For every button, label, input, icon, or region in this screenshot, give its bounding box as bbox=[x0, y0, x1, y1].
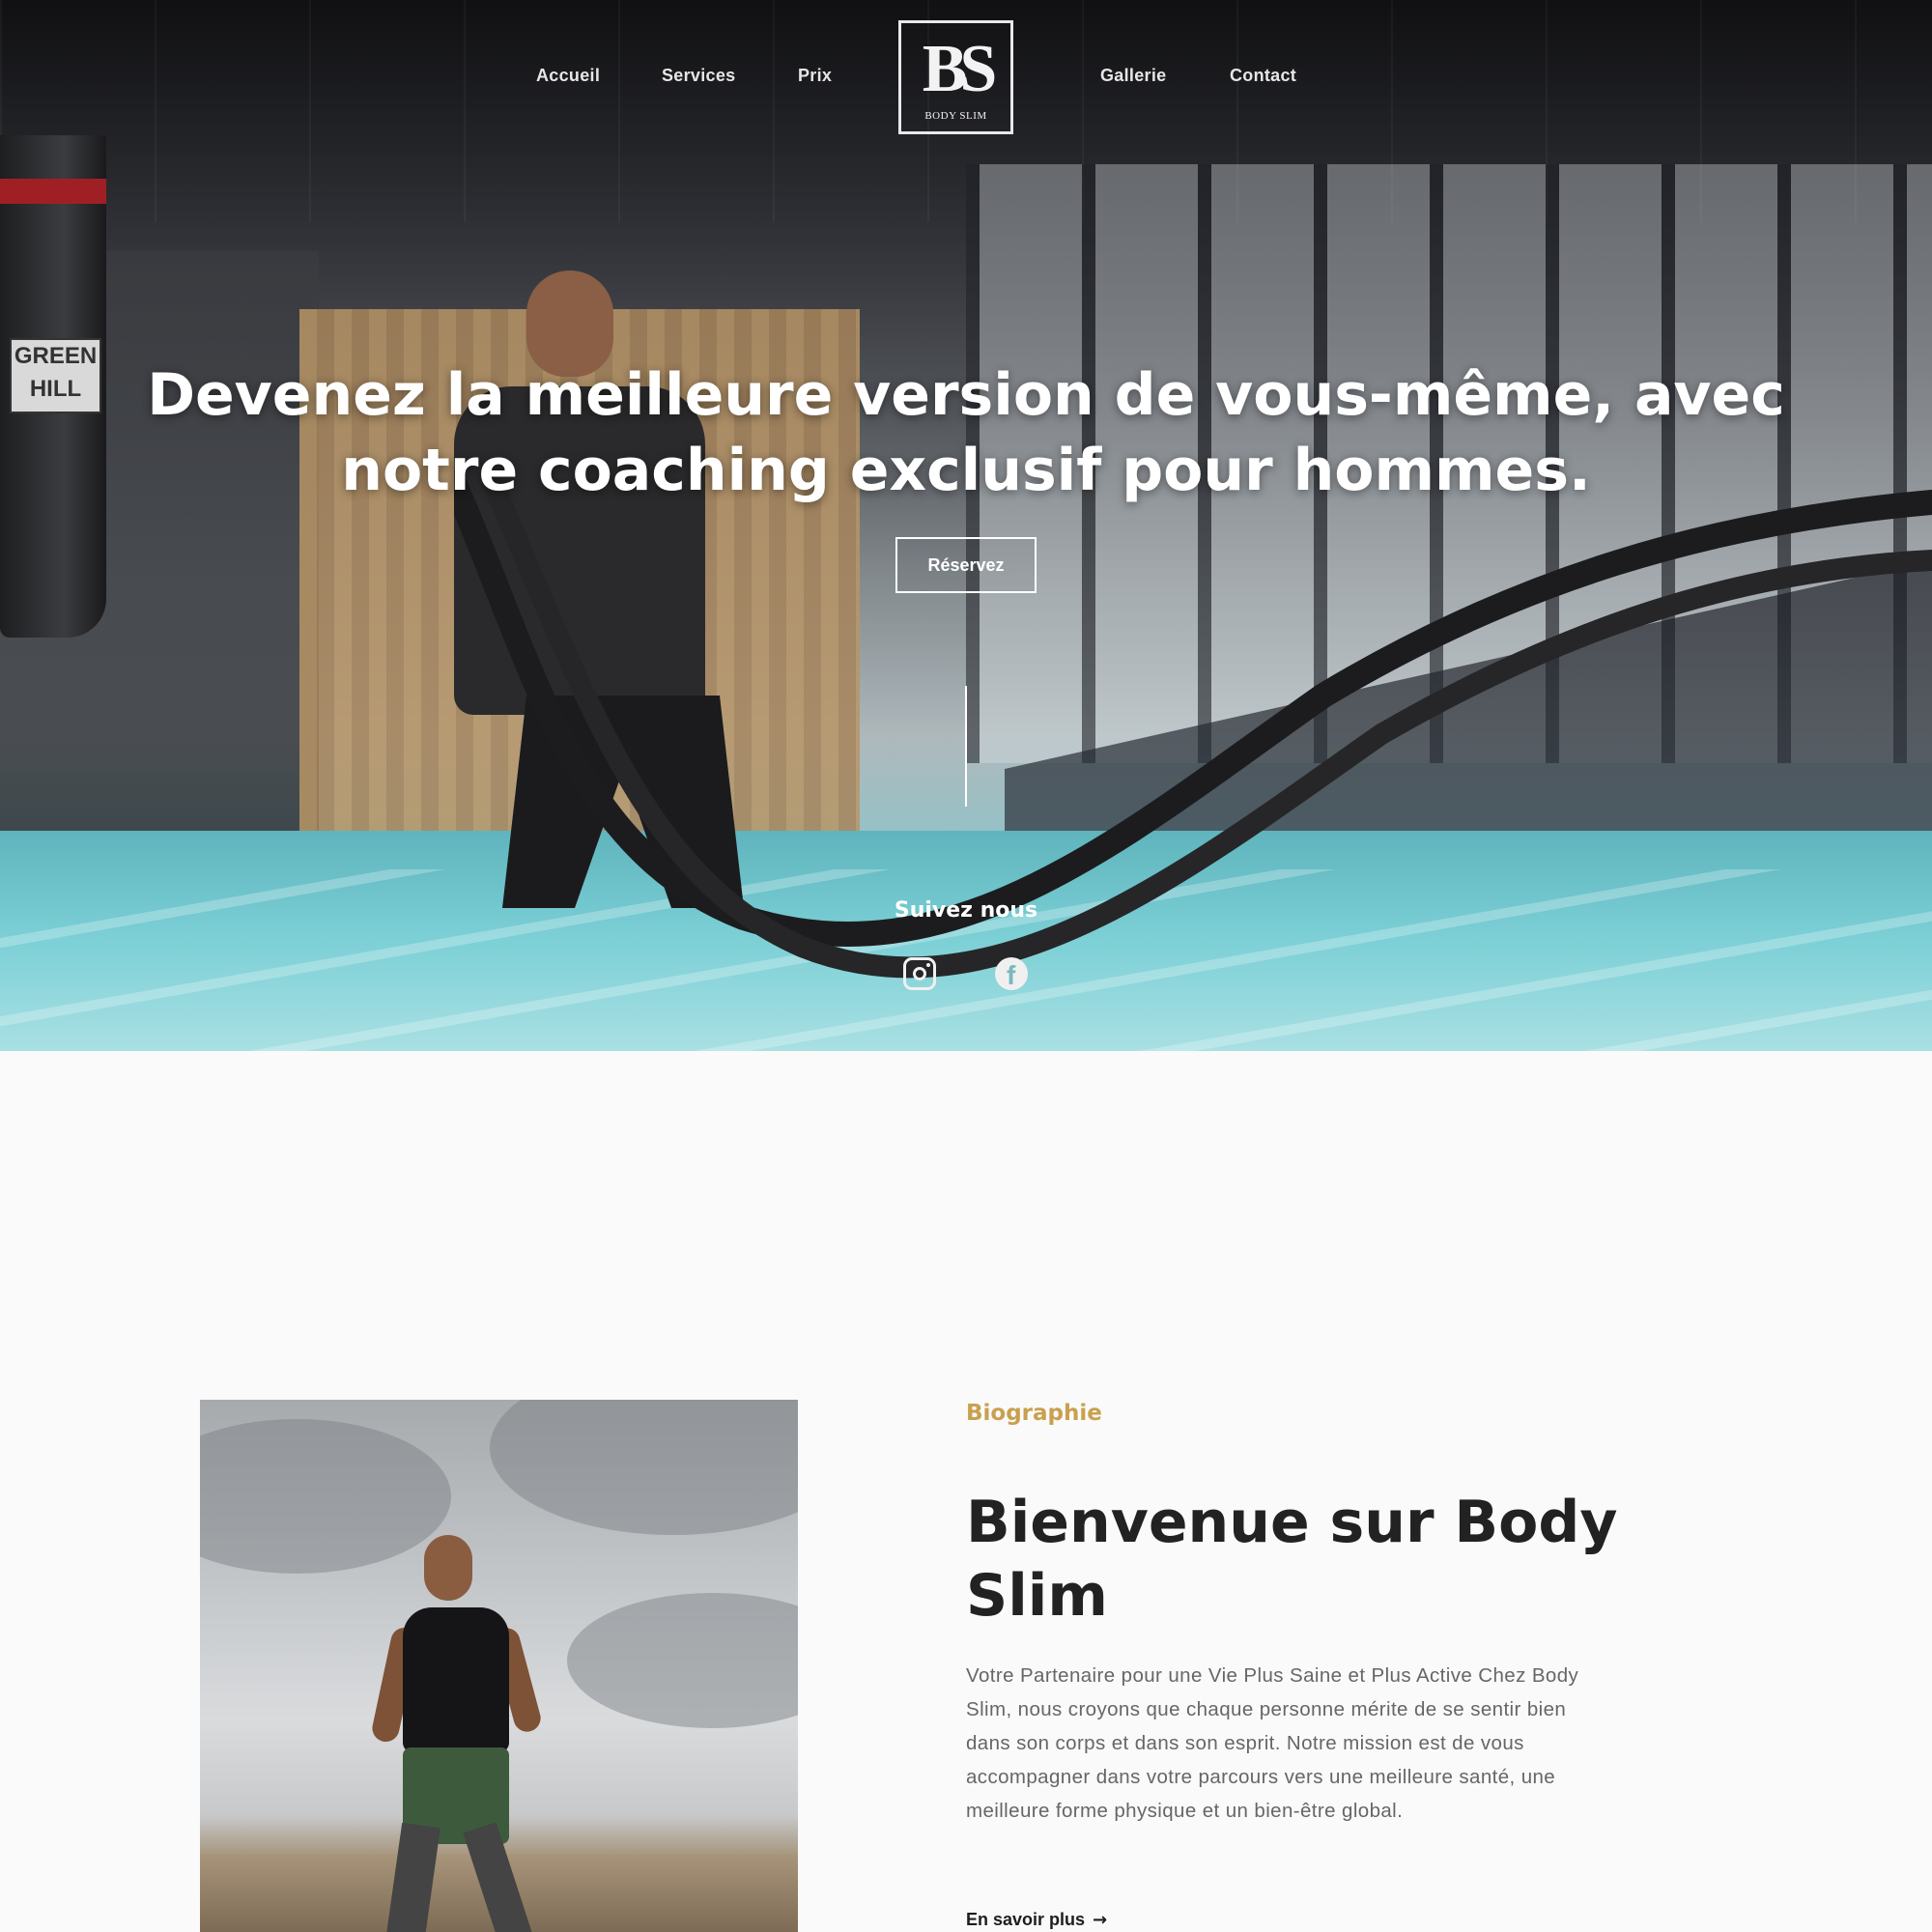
instagram-lens bbox=[913, 967, 926, 980]
cloud bbox=[200, 1419, 451, 1574]
battle-rope bbox=[441, 464, 1932, 1005]
en-savoir-plus-link[interactable]: En savoir plus → bbox=[966, 1910, 1107, 1930]
en-savoir-plus-label: En savoir plus bbox=[966, 1910, 1086, 1929]
nav-contact[interactable]: Contact bbox=[1230, 66, 1296, 86]
logo-text: BODY SLIM bbox=[924, 110, 987, 122]
cloud bbox=[567, 1593, 798, 1728]
nav-services[interactable]: Services bbox=[662, 66, 735, 86]
arrow-right-icon: → bbox=[1093, 1910, 1108, 1930]
about-text: Votre Partenaire pour une Vie Plus Saine… bbox=[966, 1664, 1579, 1822]
section-eyebrow: Biographie bbox=[966, 1401, 1102, 1426]
nav-accueil[interactable]: Accueil bbox=[536, 66, 600, 86]
body-slim-logo[interactable]: BS BODY SLIM bbox=[898, 20, 1013, 134]
about-title: Bienvenue sur Body Slim bbox=[966, 1489, 1618, 1630]
facebook-f: f bbox=[1007, 960, 1016, 990]
hero-divider-line bbox=[965, 686, 967, 807]
hero-title: Devenez la meilleure version de vous-mêm… bbox=[147, 361, 1785, 504]
follow-label: Suivez nous bbox=[894, 898, 1038, 923]
runner-photo bbox=[200, 1400, 798, 1932]
instagram-icon[interactable] bbox=[903, 957, 936, 990]
instagram-dot bbox=[926, 963, 930, 967]
cloud bbox=[490, 1400, 798, 1535]
facebook-icon[interactable]: f bbox=[995, 957, 1028, 990]
runner-torso bbox=[403, 1607, 509, 1752]
reservez-button[interactable]: Réservez bbox=[895, 537, 1037, 593]
green-hill-sign: GREEN HILL bbox=[10, 338, 101, 413]
punching-bag-band bbox=[0, 179, 106, 204]
logo-mark: BS bbox=[922, 32, 998, 106]
nav-prix[interactable]: Prix bbox=[798, 66, 832, 86]
nav-gallerie[interactable]: Gallerie bbox=[1100, 66, 1166, 86]
hero-section: GREEN HILL Accueil Services Prix BS BODY… bbox=[0, 0, 1932, 1051]
runner-head bbox=[424, 1535, 472, 1601]
